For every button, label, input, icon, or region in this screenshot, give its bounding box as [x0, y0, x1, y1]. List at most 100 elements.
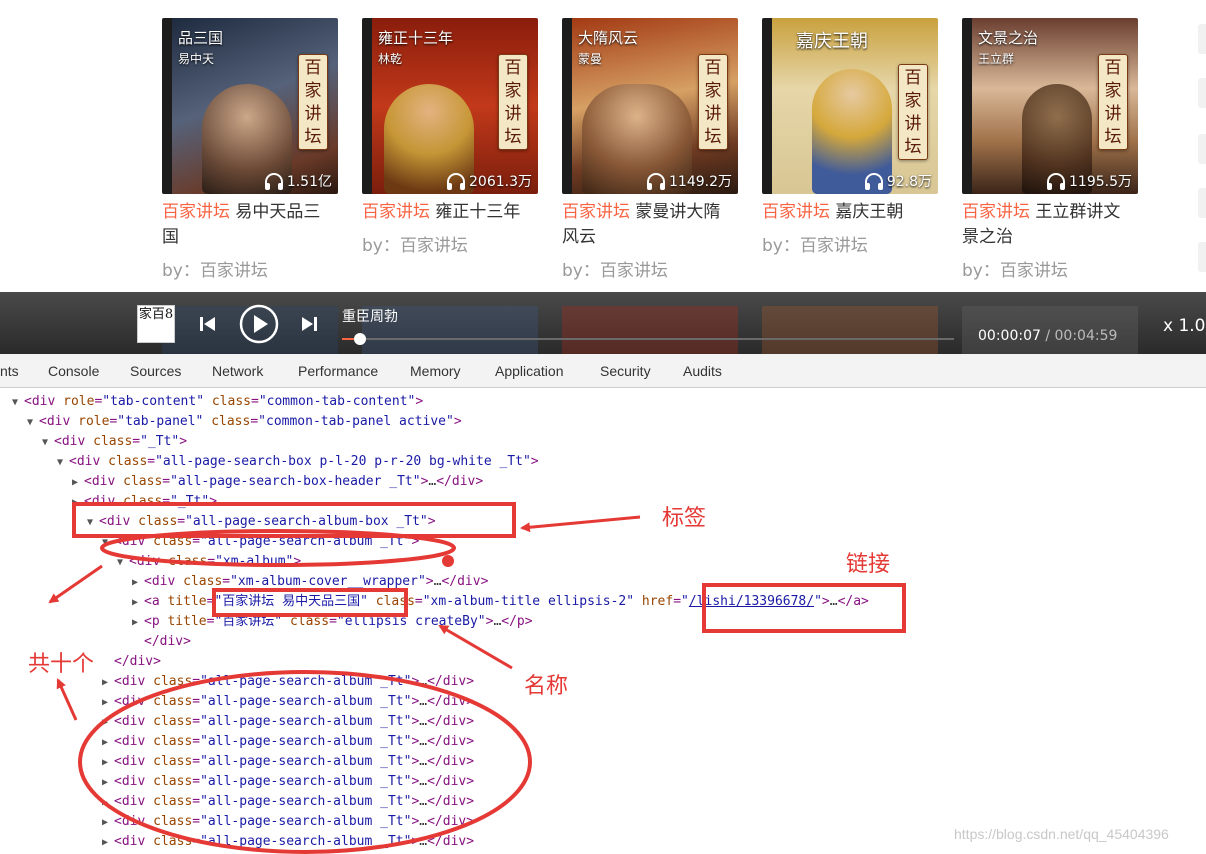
cover-title: 品三国 — [178, 29, 224, 47]
annotation-link: 链接 — [846, 552, 891, 577]
dom-node-album[interactable]: ▶ <div class="all-page-search-album _Tt">… — [102, 712, 474, 732]
dom-node-album-box[interactable]: ▼ <div class="all-page-search-album-box _… — [87, 512, 436, 532]
album-title-link[interactable]: 百家讲坛 雍正十三年 — [362, 200, 532, 225]
dom-node[interactable]: ▶ <div class="all-page-search-box-header … — [72, 472, 483, 492]
album-card[interactable]: 嘉庆王朝 百家讲坛 92.8万 百家讲坛 嘉庆王朝 by：百家讲坛 — [762, 18, 938, 256]
cover-spine — [362, 18, 372, 194]
devtools-tabbar: nts Console Sources Network Performance … — [0, 354, 1206, 388]
album-channel: 百家讲坛 — [162, 202, 230, 222]
album-author[interactable]: by：百家讲坛 — [962, 256, 1138, 281]
cover-seal: 百家讲坛 — [1098, 54, 1128, 150]
album-channel: 百家讲坛 — [762, 202, 830, 222]
headphone-icon — [1047, 173, 1065, 190]
tab-elements[interactable]: nts — [0, 363, 19, 379]
play-count-value: 2061.3万 — [469, 174, 532, 190]
side-rail-button[interactable] — [1198, 78, 1206, 108]
tab-network[interactable]: Network — [212, 363, 263, 379]
dom-node-album[interactable]: ▶ <div class="all-page-search-album _Tt">… — [102, 812, 474, 832]
dom-node[interactable]: ▼ <div class="xm-album"> — [117, 552, 301, 572]
album-author[interactable]: by：百家讲坛 — [162, 256, 338, 281]
dom-node[interactable]: ▼ <div class="_Tt"> — [42, 432, 187, 452]
duration: 00:04:59 — [1054, 328, 1118, 344]
album-cover[interactable]: 嘉庆王朝 百家讲坛 92.8万 — [762, 18, 938, 194]
watermark: https://blog.csdn.net/qq_45404396 — [954, 826, 1169, 842]
dom-node-close[interactable]: </div> — [102, 652, 161, 672]
play-count-value: 1149.2万 — [669, 174, 732, 190]
side-rail-button[interactable] — [1198, 242, 1206, 272]
album-card[interactable]: 雍正十三年 林乾 百家讲坛 2061.3万 百家讲坛 雍正十三年 by：百家讲坛 — [362, 18, 538, 256]
side-rail-button[interactable] — [1198, 134, 1206, 164]
tab-console[interactable]: Console — [48, 363, 99, 379]
album-card[interactable]: 品三国 易中天 百家讲坛 1.51亿 百家讲坛 易中天品三国 by：百家讲坛 — [162, 18, 338, 281]
dom-node-album-title[interactable]: ▶ <a title="百家讲坛 易中天品三国" class="xm-album-… — [132, 592, 869, 612]
album-author[interactable]: by：百家讲坛 — [362, 231, 538, 256]
dom-node-album[interactable]: ▶ <div class="all-page-search-album _Tt">… — [102, 752, 474, 772]
tab-performance[interactable]: Performance — [298, 363, 378, 379]
dom-node-album[interactable]: ▼ <div class="all-page-search-album _Tt"> — [102, 532, 419, 552]
play-count: 2061.3万 — [446, 171, 532, 191]
album-cover[interactable]: 品三国 易中天 百家讲坛 1.51亿 — [162, 18, 338, 194]
play-count: 1.51亿 — [264, 171, 332, 191]
album-title-link[interactable]: 百家讲坛 易中天品三国 — [162, 200, 332, 250]
cover-author: 林乾 — [378, 52, 403, 66]
cover-seal: 百家讲坛 — [298, 54, 328, 150]
album-author[interactable]: by：百家讲坛 — [762, 231, 938, 256]
playback-speed[interactable]: x 1.0 — [1163, 316, 1206, 336]
cover-author: 蒙曼 — [578, 52, 603, 66]
album-card[interactable]: 大隋风云 蒙曼 百家讲坛 1149.2万 百家讲坛 蒙曼讲大隋风云 by：百家讲… — [562, 18, 738, 281]
dom-node[interactable]: ▶ <div class="_Tt"> — [72, 492, 217, 512]
play-count: 1149.2万 — [646, 171, 732, 191]
dom-node[interactable]: ▼ <div class="all-page-search-box p-l-20 … — [57, 452, 539, 472]
cover-title: 文景之治 — [978, 29, 1039, 47]
album-title-link[interactable]: 百家讲坛 嘉庆王朝 — [762, 200, 932, 225]
cover-seal: 百家讲坛 — [498, 54, 528, 150]
dom-node[interactable]: ▶ <div class="xm-album-cover__wrapper">…<… — [132, 572, 488, 592]
dom-node[interactable]: ▶ <p title="百家讲坛" class="ellipsis createB… — [132, 612, 533, 632]
previous-track-icon[interactable] — [199, 316, 217, 332]
album-title-link[interactable]: 百家讲坛 蒙曼讲大隋风云 — [562, 200, 732, 250]
side-rail-button[interactable] — [1198, 24, 1206, 54]
cover-title: 大隋风云 — [578, 29, 639, 47]
album-cover[interactable]: 大隋风云 蒙曼 百家讲坛 1149.2万 — [562, 18, 738, 194]
dom-node-album[interactable]: ▶ <div class="all-page-search-album _Tt">… — [102, 692, 474, 712]
tab-application[interactable]: Application — [495, 363, 564, 379]
cover-title: 雍正十三年 — [378, 29, 454, 47]
next-track-icon[interactable] — [300, 316, 318, 332]
dom-node[interactable]: ▼ <div role="tab-panel" class="common-tab… — [27, 412, 462, 432]
dom-node-close[interactable]: </div> — [132, 632, 191, 652]
play-count-value: 92.8万 — [886, 174, 932, 190]
dom-node[interactable]: ▼ <div role="tab-content" class="common-t… — [12, 392, 423, 412]
tab-audits[interactable]: Audits — [683, 363, 722, 379]
elements-dom-tree: ▼ <div role="tab-content" class="common-t… — [0, 389, 1206, 854]
now-playing-thumbnail[interactable]: 家百8 — [137, 305, 175, 343]
album-title-link[interactable]: 百家讲坛 王立群讲文景之治 — [962, 200, 1132, 250]
album-author[interactable]: by：百家讲坛 — [562, 256, 738, 281]
background-card — [562, 306, 738, 354]
album-list: 品三国 易中天 百家讲坛 1.51亿 百家讲坛 易中天品三国 by：百家讲坛 雍… — [0, 0, 1206, 292]
cover-spine — [962, 18, 972, 194]
cover-spine — [562, 18, 572, 194]
headphone-icon — [864, 173, 883, 190]
dom-node-album[interactable]: ▶ <div class="all-page-search-album _Tt">… — [102, 792, 474, 812]
album-name: 嘉庆王朝 — [830, 202, 904, 222]
album-channel: 百家讲坛 — [362, 202, 430, 222]
album-cover[interactable]: 雍正十三年 林乾 百家讲坛 2061.3万 — [362, 18, 538, 194]
dom-node-album[interactable]: ▶ <div class="all-page-search-album _Tt">… — [102, 832, 474, 852]
album-name: 雍正十三年 — [430, 202, 521, 222]
play-button-icon[interactable] — [239, 304, 279, 344]
tab-memory[interactable]: Memory — [410, 363, 461, 379]
side-rail-button[interactable] — [1198, 188, 1206, 218]
album-card[interactable]: 文景之治 王立群 百家讲坛 1195.5万 百家讲坛 王立群讲文景之治 by：百… — [962, 18, 1138, 281]
dom-node-album[interactable]: ▶ <div class="all-page-search-album _Tt">… — [102, 772, 474, 792]
tab-sources[interactable]: Sources — [130, 363, 181, 379]
annotation-name: 名称 — [524, 674, 569, 699]
tab-security[interactable]: Security — [600, 363, 651, 379]
annotation-count: 共十个 — [28, 652, 95, 677]
cover-spine — [762, 18, 772, 194]
progress-slider[interactable] — [342, 333, 954, 345]
time-readout: 00:00:07 / 00:04:59 — [978, 328, 1117, 344]
cover-seal: 百家讲坛 — [698, 54, 728, 150]
album-cover[interactable]: 文景之治 王立群 百家讲坛 1195.5万 — [962, 18, 1138, 194]
dom-node-album[interactable]: ▶ <div class="all-page-search-album _Tt">… — [102, 732, 474, 752]
dom-node-album[interactable]: ▶ <div class="all-page-search-album _Tt">… — [102, 672, 474, 692]
